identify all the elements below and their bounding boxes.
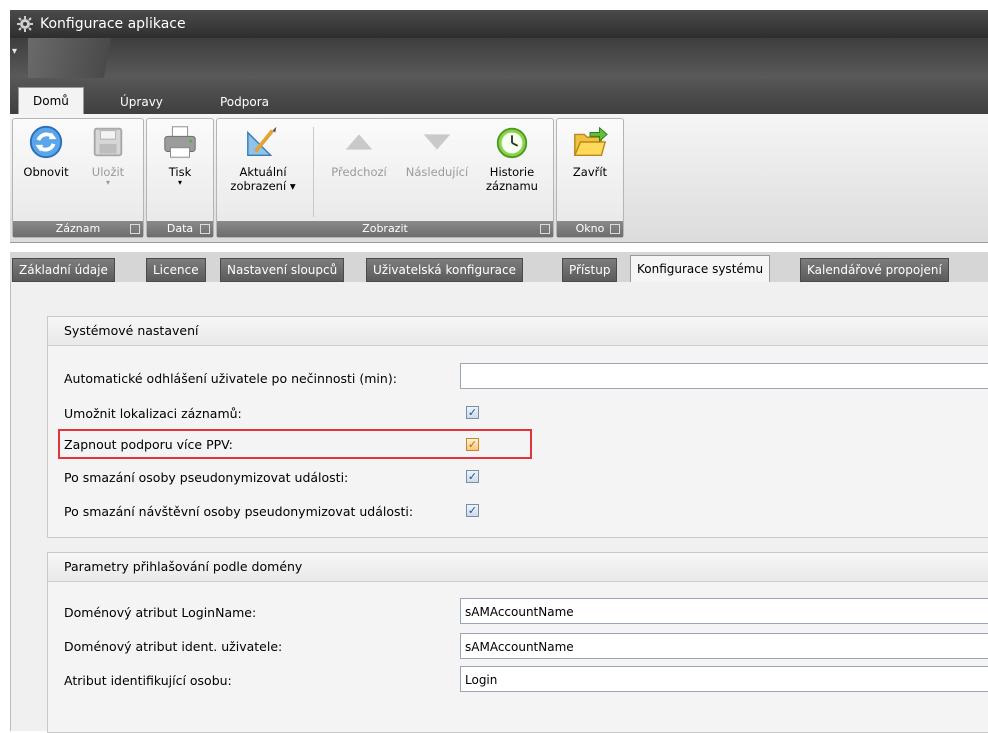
ribbon-tab-edit[interactable]: Úpravy (106, 90, 177, 114)
group-launcher-window[interactable] (610, 224, 620, 234)
login-name-label: Doménový atribut LoginName: (64, 605, 257, 620)
gear-icon (17, 16, 33, 32)
login-name-input[interactable]: sAMAccountName (460, 598, 988, 624)
localization-label: Umožnit lokalizaci záznamů: (64, 406, 242, 421)
clock-history-icon (496, 127, 528, 159)
ribbon: Obnovit Uložit ▾ Záznam Tisk ▾ Data Aktu… (10, 114, 988, 243)
refresh-button[interactable]: Obnovit (17, 123, 75, 179)
next-label: Následující (405, 165, 469, 179)
tab-access[interactable]: Přístup (562, 258, 618, 282)
title-bar: Konfigurace aplikace (10, 10, 988, 38)
save-dropdown-arrow[interactable]: ▾ (79, 179, 137, 187)
system-settings-header: Systémové nastavení (48, 317, 988, 346)
pseudonymize-person-checkbox[interactable]: ✓ (466, 470, 479, 483)
window-title: Konfigurace aplikace (40, 16, 186, 32)
auto-logout-label: Automatické odhlášení uživatele po nečin… (64, 371, 397, 386)
group-launcher-view[interactable] (540, 224, 550, 234)
quick-access-toolbar: ▾ (10, 38, 988, 78)
floppy-disk-icon (93, 127, 123, 157)
printer-icon (164, 126, 196, 158)
app-window: Konfigurace aplikace ▾ Domů Úpravy Podpo… (0, 0, 988, 733)
close-label: Zavřít (572, 165, 608, 179)
group-label-view: Zobrazit (217, 221, 553, 237)
user-ident-label: Doménový atribut ident. uživatele: (64, 639, 283, 654)
pseudonymize-person-label: Po smazání osoby pseudonymizovat událost… (64, 470, 349, 485)
ribbon-group-data: Tisk ▾ Data (146, 118, 214, 238)
tab-column-settings[interactable]: Nastavení sloupců (220, 258, 345, 282)
previous-label: Předchozí (331, 165, 387, 179)
refresh-icon (29, 125, 63, 159)
tab-content: Systémové nastavení Automatické odhlášen… (10, 282, 988, 733)
group-separator (313, 127, 314, 217)
group-launcher-data[interactable] (200, 224, 210, 234)
record-history-button[interactable]: Historie záznamu (479, 123, 545, 193)
save-button[interactable]: Uložit ▾ (79, 123, 137, 187)
print-label: Tisk (168, 165, 192, 179)
page-tab-bar: Základní údaje Licence Nastavení sloupců… (10, 252, 988, 283)
domain-login-header: Parametry přihlašování podle domény (48, 553, 988, 582)
history-label-2: záznamu (486, 179, 538, 193)
tab-basic-info[interactable]: Základní údaje (12, 258, 115, 282)
tab-calendar-connection[interactable]: Kalendářové propojení (800, 258, 949, 282)
save-label: Uložit (91, 165, 125, 179)
current-view-label-2: zobrazení (230, 179, 287, 193)
ribbon-group-view: Aktuální zobrazení ▾ Předchozí Následují… (216, 118, 554, 238)
ribbon-tab-home[interactable]: Domů (18, 87, 84, 115)
person-attr-label: Atribut identifikující osobu: (64, 673, 232, 688)
ribbon-tab-support[interactable]: Podpora (206, 90, 283, 114)
close-button[interactable]: Zavřít (561, 123, 619, 179)
toolbar-decoration (28, 38, 158, 78)
localization-checkbox[interactable]: ✓ (466, 406, 479, 419)
folder-exit-icon (573, 126, 608, 157)
current-view-label-1: Aktuální (239, 165, 287, 179)
pseudonymize-visitor-label: Po smazání návštěvní osoby pseudonymizov… (64, 504, 414, 519)
previous-button[interactable]: Předchozí (321, 123, 397, 179)
ribbon-tab-bar: Domů Úpravy Podpora (10, 78, 988, 115)
print-button[interactable]: Tisk ▾ (151, 123, 209, 187)
pseudonymize-visitor-checkbox[interactable]: ✓ (466, 504, 479, 517)
multi-ppv-checkbox[interactable]: ✓ (466, 438, 479, 451)
ruler-pencil-icon (247, 126, 277, 157)
tab-licence[interactable]: Licence (146, 258, 206, 282)
ribbon-group-record: Obnovit Uložit ▾ Záznam (12, 118, 144, 238)
history-label-1: Historie (489, 165, 535, 179)
person-attr-input[interactable]: Login (460, 666, 988, 692)
group-label-record: Záznam (13, 221, 143, 237)
ribbon-group-window: Zavřít Okno (556, 118, 624, 238)
group-launcher-record[interactable] (130, 224, 140, 234)
arrow-down-icon (423, 134, 451, 150)
current-view-dropdown-arrow[interactable]: ▾ (290, 179, 296, 193)
multi-ppv-label: Zapnout podporu více PPV: (64, 437, 233, 452)
tab-user-configuration[interactable]: Uživatelská konfigurace (366, 258, 523, 282)
user-ident-input[interactable]: sAMAccountName (460, 633, 988, 659)
arrow-up-icon (345, 134, 373, 150)
domain-login-panel: Parametry přihlašování podle domény Domé… (47, 552, 988, 733)
system-settings-panel: Systémové nastavení Automatické odhlášen… (47, 316, 988, 538)
tab-system-configuration[interactable]: Konfigurace systému (630, 255, 771, 283)
auto-logout-input[interactable] (460, 363, 988, 389)
print-dropdown-arrow[interactable]: ▾ (151, 179, 209, 187)
refresh-label: Obnovit (23, 165, 69, 179)
quick-access-menu-button[interactable]: ▾ (12, 46, 17, 57)
next-button[interactable]: Následující (397, 123, 477, 179)
current-view-button[interactable]: Aktuální zobrazení ▾ (223, 123, 303, 193)
